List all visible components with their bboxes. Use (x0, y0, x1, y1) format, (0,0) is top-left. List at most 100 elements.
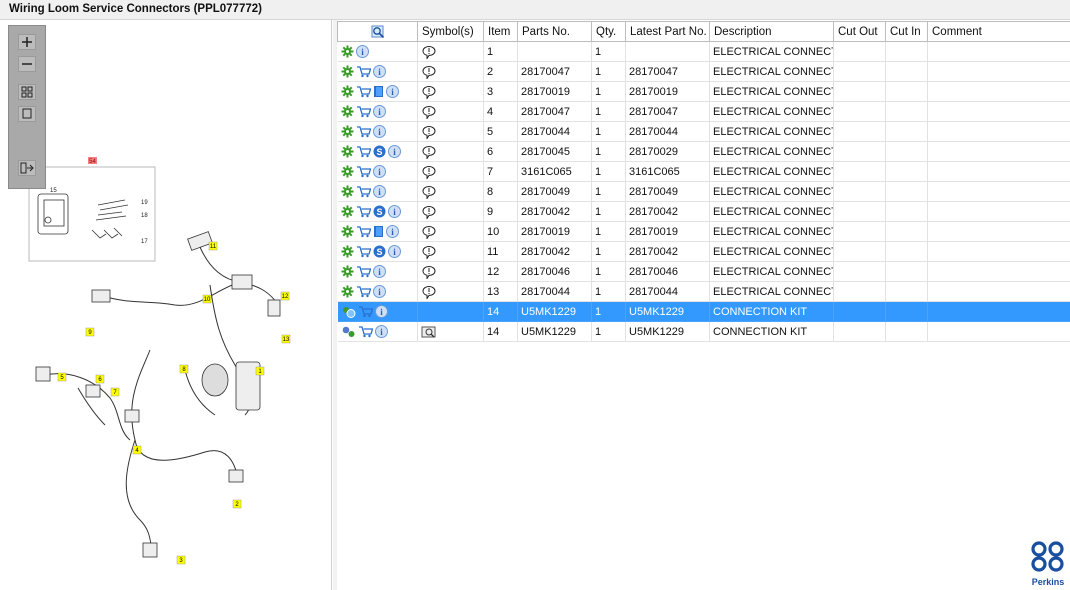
cart-icon[interactable] (356, 165, 371, 178)
speech-bubble-icon[interactable] (421, 185, 437, 199)
speech-bubble-icon[interactable] (421, 205, 437, 219)
info-icon[interactable]: i (374, 325, 388, 338)
info-icon[interactable]: i (387, 145, 401, 158)
gear-icon[interactable] (341, 205, 354, 218)
cart-icon[interactable] (356, 265, 371, 278)
gear-icon[interactable] (341, 85, 354, 98)
cart-icon[interactable] (356, 285, 371, 298)
speech-bubble-icon[interactable] (421, 225, 437, 239)
cell-part-no: 28170042 (517, 241, 592, 262)
info-icon[interactable]: i (385, 85, 399, 98)
info-icon[interactable]: i (372, 65, 386, 78)
wiring-diagram[interactable]: 54 15 19 18 17 11 12 10 13 9 8 1 5 6 7 4… (0, 20, 332, 590)
speech-bubble-icon[interactable] (421, 165, 437, 179)
column-header-icons[interactable] (337, 21, 418, 42)
column-header-comment[interactable]: Comment (927, 21, 1070, 42)
speech-bubble-icon[interactable] (421, 85, 437, 99)
info-icon[interactable]: i (372, 265, 386, 278)
table-row[interactable]: Si 11 28170042 1 28170042 ELECTRICAL CONNECTO (337, 241, 1070, 262)
speech-bubble-icon[interactable] (421, 125, 437, 139)
book-icon[interactable] (373, 225, 384, 238)
column-header-latest-part-no[interactable]: Latest Part No. (625, 21, 710, 42)
cell-item: 1 (483, 41, 518, 62)
book-search-icon[interactable] (421, 325, 437, 339)
column-header-qty[interactable]: Qty. (591, 21, 626, 42)
fit-icon[interactable] (18, 106, 36, 122)
gear-globe-icon[interactable] (341, 305, 356, 318)
table-row[interactable]: i 14 U5MK1229 1 U5MK1229 CONNECTION KIT (337, 321, 1070, 342)
supersession-icon[interactable]: S (373, 245, 386, 258)
speech-bubble-icon[interactable] (421, 145, 437, 159)
table-row[interactable]: i 12 28170046 1 28170046 ELECTRICAL CONNECTO (337, 261, 1070, 282)
table-row[interactable]: i 10 28170019 1 28170019 ELECTRICAL CONNECTO (337, 221, 1070, 242)
table-row[interactable]: i 1 1 ELECTRICAL CONNECTO (337, 41, 1070, 62)
table-row[interactable]: i 4 28170047 1 28170047 ELECTRICAL CONNECTO (337, 101, 1070, 122)
gear-icon[interactable] (341, 165, 354, 178)
gear-icon[interactable] (341, 105, 354, 118)
table-row[interactable]: i 8 28170049 1 28170049 ELECTRICAL CONNECTO (337, 181, 1070, 202)
supersession-icon[interactable]: S (373, 205, 386, 218)
speech-bubble-icon[interactable] (421, 265, 437, 279)
gear-icon[interactable] (341, 125, 354, 138)
column-header-description[interactable]: Description (709, 21, 834, 42)
zoom-in-icon[interactable] (18, 34, 36, 50)
cell-qty: 1 (591, 161, 626, 182)
speech-bubble-icon[interactable] (421, 65, 437, 79)
cell-cut-out (833, 61, 886, 82)
cart-icon[interactable] (356, 125, 371, 138)
list-export-icon[interactable] (18, 160, 36, 176)
info-icon[interactable]: i (372, 105, 386, 118)
thumbnails-icon[interactable] (18, 84, 36, 100)
gear-icon[interactable] (341, 185, 354, 198)
cart-icon[interactable] (356, 105, 371, 118)
gear-icon[interactable] (341, 225, 354, 238)
gear-icon[interactable] (341, 265, 354, 278)
column-header-symbols[interactable]: Symbol(s) (417, 21, 484, 42)
table-row[interactable]: i 7 3161C065 1 3161C065 ELECTRICAL CONNECTO (337, 161, 1070, 182)
speech-bubble-icon[interactable] (421, 245, 437, 259)
info-icon[interactable]: i (372, 165, 386, 178)
info-icon[interactable]: i (387, 205, 401, 218)
gear-icon[interactable] (341, 45, 354, 58)
info-icon[interactable]: i (355, 45, 369, 58)
column-header-item[interactable]: Item (483, 21, 518, 42)
cart-icon[interactable] (356, 65, 371, 78)
search-icon[interactable] (371, 25, 385, 39)
cart-icon[interactable] (358, 325, 373, 338)
supersession-icon[interactable]: S (373, 145, 386, 158)
gear-icon[interactable] (341, 285, 354, 298)
gear-icon[interactable] (341, 145, 354, 158)
table-row[interactable]: Si 6 28170045 1 28170029 ELECTRICAL CONNECTO (337, 141, 1070, 162)
cart-icon[interactable] (358, 305, 373, 318)
column-header-cut-in[interactable]: Cut In (885, 21, 928, 42)
gears-icon[interactable] (341, 325, 356, 338)
table-row[interactable]: i 2 28170047 1 28170047 ELECTRICAL CONNECTO (337, 61, 1070, 82)
speech-bubble-icon[interactable] (421, 105, 437, 119)
info-icon[interactable]: i (372, 285, 386, 298)
diagram-pane[interactable]: 54 15 19 18 17 11 12 10 13 9 8 1 5 6 7 4… (0, 20, 332, 590)
gear-icon[interactable] (341, 65, 354, 78)
speech-bubble-icon[interactable] (421, 45, 437, 59)
info-icon[interactable]: i (385, 225, 399, 238)
table-row[interactable]: Si 9 28170042 1 28170042 ELECTRICAL CONNECTO (337, 201, 1070, 222)
table-row[interactable]: i 14 U5MK1229 1 U5MK1229 CONNECTION KIT (337, 301, 1070, 322)
cart-icon[interactable] (356, 145, 371, 158)
column-header-parts-no[interactable]: Parts No. (517, 21, 592, 42)
speech-bubble-icon[interactable] (421, 285, 437, 299)
table-row[interactable]: i 3 28170019 1 28170019 ELECTRICAL CONNECTO (337, 81, 1070, 102)
cart-icon[interactable] (356, 245, 371, 258)
info-icon[interactable]: i (372, 125, 386, 138)
column-header-cut-out[interactable]: Cut Out (833, 21, 886, 42)
cart-icon[interactable] (356, 205, 371, 218)
info-icon[interactable]: i (372, 185, 386, 198)
info-icon[interactable]: i (374, 305, 388, 318)
book-icon[interactable] (373, 85, 384, 98)
table-row[interactable]: i 13 28170044 1 28170044 ELECTRICAL CONNECTO (337, 281, 1070, 302)
zoom-out-icon[interactable] (18, 56, 36, 72)
cart-icon[interactable] (356, 85, 371, 98)
table-row[interactable]: i 5 28170044 1 28170044 ELECTRICAL CONNECTO (337, 121, 1070, 142)
cart-icon[interactable] (356, 185, 371, 198)
info-icon[interactable]: i (387, 245, 401, 258)
cart-icon[interactable] (356, 225, 371, 238)
gear-icon[interactable] (341, 245, 354, 258)
